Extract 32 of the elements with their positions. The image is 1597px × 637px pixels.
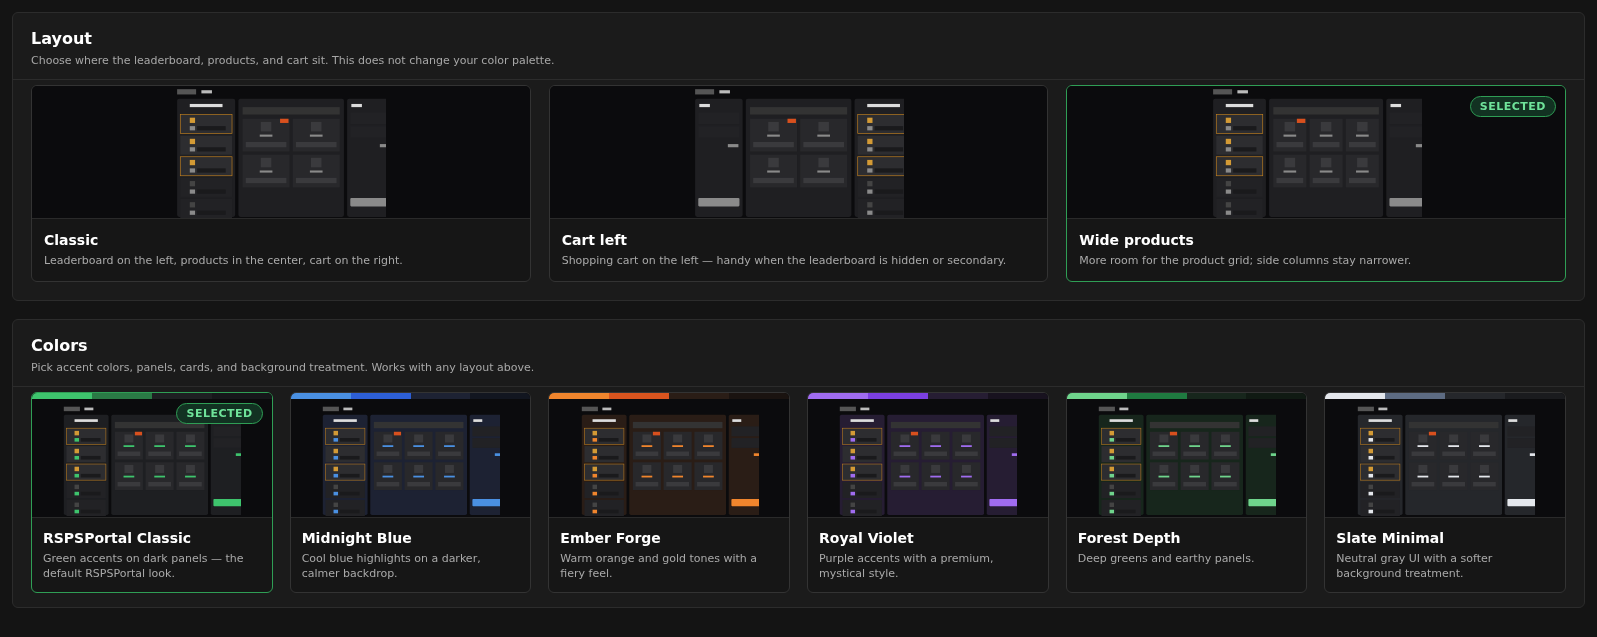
option-description: Warm orange and gold tones with a fiery feel. [560,551,759,582]
theme-option-card[interactable]: RSPSPortal Classic Green accents on dark panels — the default RSPSPortal look. SELECTED [31,391,273,593]
option-description: Neutral gray UI with a softer background treatment. [1336,551,1494,582]
option-description: Cool blue highlights on a darker, calmer backdrop. [301,551,482,582]
theme-option-card[interactable]: Slate Minimal Neutral gray UI with a softer background treatment. [1324,391,1566,593]
option-title: Slate Minimal [1336,529,1446,546]
theme-option-card[interactable]: Midnight Blue Cool blue highlights on a darker, calmer backdrop. [289,391,532,593]
section-description: Pick accent colors, panels, cards, and background treatment. Works with any layout above. [31,360,536,374]
section-title: Layout [31,29,93,48]
option-description: Purple accents with a premium, mystical style. [819,551,995,582]
option-description: Leaderboard on the left, products in the center, cart on the right. [44,254,404,269]
theme-option-card[interactable]: Forest Depth Deep greens and earthy panels. [1065,391,1308,593]
section-description: Choose where the leaderboard, products, and cart sit. This does not change your color palette. [31,54,556,67]
option-title: Royal Violet [819,529,915,546]
option-title: Midnight Blue [301,529,413,546]
option-description: Green accents on dark panels — the default RSPSPortal look. [43,551,245,582]
option-description: Deep greens and earthy panels. [1077,551,1256,567]
option-title: Ember Forge [560,529,662,546]
layout-option-card[interactable]: Cart left Shopping cart on the left — handy when the leaderboard is hidden or secondary. [548,85,1049,282]
option-title: Forest Depth [1077,529,1182,546]
option-title: Classic [44,232,100,248]
option-description: More room for the product grid; side columns stay narrower. [1079,254,1413,269]
layout-option-card[interactable]: Classic Leaderboard on the left, products in the center, cart on the right. [31,85,531,282]
option-title: Wide products [1079,232,1195,248]
option-title: Cart left [561,232,628,248]
theme-option-card[interactable]: Ember Forge Warm orange and gold tones with a fiery feel. [548,391,790,593]
section-title: Colors [31,335,89,355]
option-description: Shopping cart on the left — handy when the leaderboard is hidden or secondary. [561,254,1008,269]
layout-option-card[interactable]: Wide products More room for the product grid; side columns stay narrower. SELECTED [1066,85,1566,282]
option-title: RSPSPortal Classic [43,529,193,546]
theme-option-card[interactable]: Royal Violet Purple accents with a premium, mystical style. [807,391,1049,593]
selected-badge: SELECTED [1469,96,1556,117]
